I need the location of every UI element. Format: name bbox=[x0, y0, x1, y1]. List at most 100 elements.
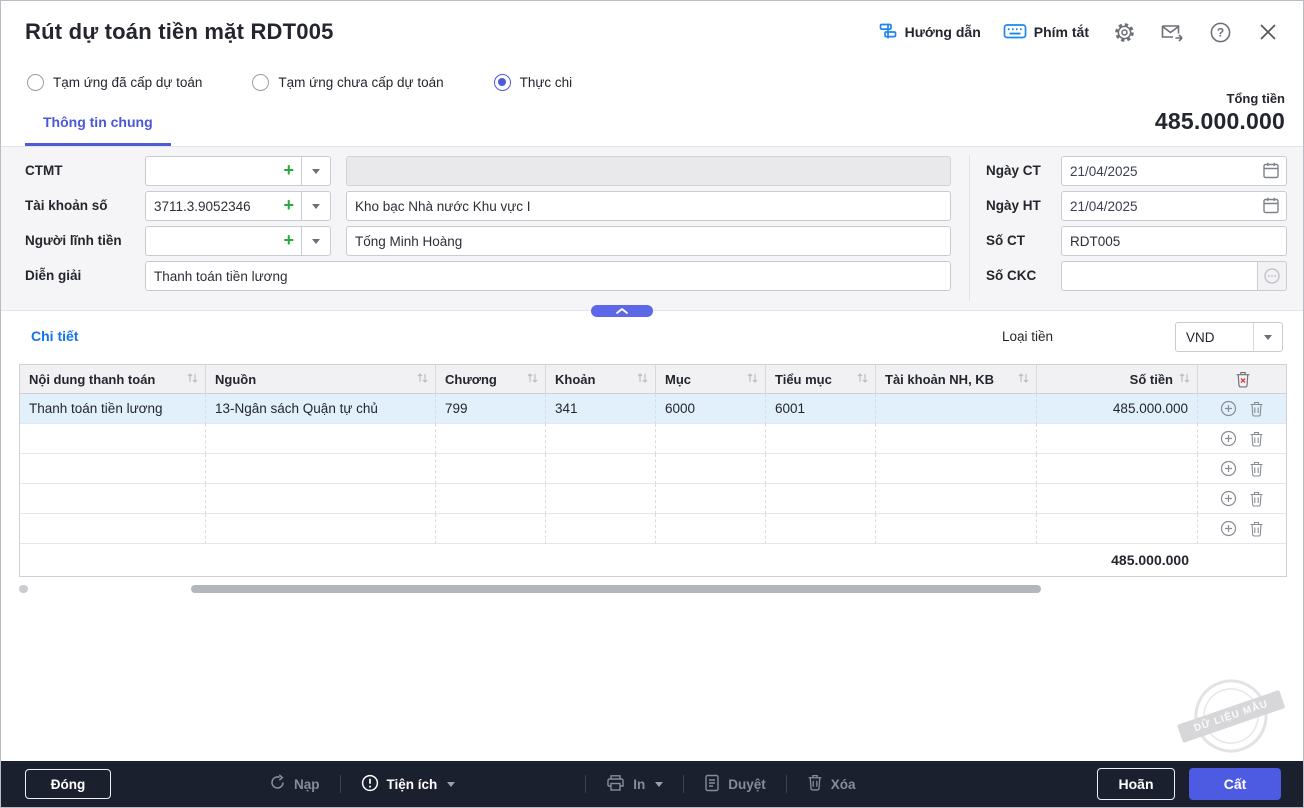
cell-amount[interactable] bbox=[1037, 514, 1198, 544]
table-row[interactable] bbox=[20, 484, 1286, 514]
add-ctmt-icon[interactable]: + bbox=[283, 160, 294, 180]
delete-button[interactable]: Xóa bbox=[807, 774, 856, 794]
ckc-lookup-button[interactable] bbox=[1257, 261, 1287, 291]
table-row[interactable] bbox=[20, 454, 1286, 484]
cell-clause[interactable] bbox=[546, 424, 656, 454]
cell-chapter[interactable] bbox=[436, 424, 546, 454]
cell-bank_account[interactable] bbox=[876, 424, 1037, 454]
calendar-icon[interactable] bbox=[1262, 161, 1280, 185]
doc-no-input[interactable] bbox=[1061, 226, 1287, 256]
cell-sub_item[interactable] bbox=[766, 454, 876, 484]
cell-chapter[interactable] bbox=[436, 514, 546, 544]
delete-all-icon[interactable] bbox=[1235, 371, 1251, 388]
description-input[interactable] bbox=[145, 261, 951, 291]
scrollbar-thumb[interactable] bbox=[191, 585, 1041, 593]
cell-amount[interactable] bbox=[1037, 484, 1198, 514]
radio-tam-ung-chua-cap[interactable]: Tạm ứng chưa cấp dự toán bbox=[252, 74, 443, 91]
doc-date-input[interactable] bbox=[1061, 156, 1287, 186]
column-header-source[interactable]: Nguồn bbox=[206, 365, 436, 394]
postpone-button[interactable]: Hoãn bbox=[1097, 768, 1175, 800]
cell-clause[interactable] bbox=[546, 514, 656, 544]
add-row-icon[interactable] bbox=[1220, 460, 1237, 477]
cell-chapter[interactable] bbox=[436, 484, 546, 514]
guide-link[interactable]: Hướng dẫn bbox=[878, 21, 981, 44]
cell-amount[interactable] bbox=[1037, 454, 1198, 484]
cell-item[interactable] bbox=[656, 454, 766, 484]
column-header-bank_account[interactable]: Tài khoản NH, KB bbox=[876, 365, 1037, 394]
cell-sub_item[interactable] bbox=[766, 424, 876, 454]
account-code-input[interactable] bbox=[145, 191, 301, 221]
delete-row-icon[interactable] bbox=[1249, 401, 1264, 417]
shortcut-link[interactable]: Phím tắt bbox=[1003, 22, 1089, 43]
horizontal-scrollbar[interactable] bbox=[19, 585, 1287, 593]
payee-dropdown-button[interactable] bbox=[301, 226, 331, 256]
add-row-icon[interactable] bbox=[1220, 430, 1237, 447]
column-header-clause[interactable]: Khoản bbox=[546, 365, 656, 394]
cell-item[interactable] bbox=[656, 514, 766, 544]
column-header-chapter[interactable]: Chương bbox=[436, 365, 546, 394]
cell-source[interactable]: 13-Ngân sách Quận tự chủ bbox=[206, 394, 436, 424]
radio-tam-ung-da-cap[interactable]: Tạm ứng đã cấp dự toán bbox=[27, 74, 202, 91]
delete-row-icon[interactable] bbox=[1249, 521, 1264, 537]
calendar-icon[interactable] bbox=[1262, 196, 1280, 220]
cell-clause[interactable] bbox=[546, 454, 656, 484]
column-header-amount[interactable]: Số tiền bbox=[1037, 365, 1198, 394]
cell-chapter[interactable]: 799 bbox=[436, 394, 546, 424]
help-icon[interactable]: ? bbox=[1207, 19, 1233, 45]
add-row-icon[interactable] bbox=[1220, 490, 1237, 507]
table-row[interactable]: Thanh toán tiền lương13-Ngân sách Quận t… bbox=[20, 394, 1286, 424]
cell-bank_account[interactable] bbox=[876, 454, 1037, 484]
cell-content[interactable] bbox=[20, 424, 206, 454]
cell-content[interactable]: Thanh toán tiền lương bbox=[20, 394, 206, 424]
column-header-sub_item[interactable]: Tiểu mục bbox=[766, 365, 876, 394]
radio-thuc-chi[interactable]: Thực chi bbox=[494, 74, 573, 91]
cell-bank_account[interactable] bbox=[876, 484, 1037, 514]
cell-item[interactable]: 6000 bbox=[656, 394, 766, 424]
table-row[interactable] bbox=[20, 514, 1286, 544]
reload-button[interactable]: Nạp bbox=[269, 774, 320, 794]
delete-all-column-header[interactable] bbox=[1198, 365, 1286, 394]
close-icon[interactable] bbox=[1255, 19, 1281, 45]
cell-chapter[interactable] bbox=[436, 454, 546, 484]
cell-sub_item[interactable]: 6001 bbox=[766, 394, 876, 424]
utilities-button[interactable]: Tiện ích bbox=[361, 774, 456, 795]
add-payee-icon[interactable]: + bbox=[283, 230, 294, 250]
cell-bank_account[interactable] bbox=[876, 394, 1037, 424]
add-account-icon[interactable]: + bbox=[283, 195, 294, 215]
add-row-icon[interactable] bbox=[1220, 400, 1237, 417]
cell-source[interactable] bbox=[206, 424, 436, 454]
delete-row-icon[interactable] bbox=[1249, 461, 1264, 477]
account-dropdown-button[interactable] bbox=[301, 191, 331, 221]
close-button[interactable]: Đóng bbox=[25, 769, 111, 799]
cell-amount[interactable] bbox=[1037, 424, 1198, 454]
tab-thong-tin-chung[interactable]: Thông tin chung bbox=[25, 101, 171, 146]
cell-item[interactable] bbox=[656, 484, 766, 514]
table-row[interactable] bbox=[20, 424, 1286, 454]
currency-select[interactable]: VND bbox=[1175, 322, 1283, 352]
cell-item[interactable] bbox=[656, 424, 766, 454]
column-header-item[interactable]: Mục bbox=[656, 365, 766, 394]
cell-content[interactable] bbox=[20, 484, 206, 514]
cell-bank_account[interactable] bbox=[876, 514, 1037, 544]
add-row-icon[interactable] bbox=[1220, 520, 1237, 537]
collapse-form-button[interactable] bbox=[591, 305, 653, 317]
delete-row-icon[interactable] bbox=[1249, 491, 1264, 507]
cell-source[interactable] bbox=[206, 514, 436, 544]
column-header-content[interactable]: Nội dung thanh toán bbox=[20, 365, 206, 394]
ckc-no-input[interactable] bbox=[1061, 261, 1257, 291]
approve-button[interactable]: Duyệt bbox=[704, 774, 766, 795]
delete-row-icon[interactable] bbox=[1249, 431, 1264, 447]
detail-title[interactable]: Chi tiết bbox=[31, 328, 78, 344]
feedback-mail-icon[interactable] bbox=[1159, 19, 1185, 45]
ctmt-dropdown-button[interactable] bbox=[301, 156, 331, 186]
payee-code-input[interactable] bbox=[145, 226, 301, 256]
cell-clause[interactable] bbox=[546, 484, 656, 514]
ctmt-code-input[interactable] bbox=[145, 156, 301, 186]
settings-icon[interactable] bbox=[1111, 19, 1137, 45]
cell-source[interactable] bbox=[206, 454, 436, 484]
post-date-input[interactable] bbox=[1061, 191, 1287, 221]
cell-sub_item[interactable] bbox=[766, 484, 876, 514]
account-name-input[interactable] bbox=[346, 191, 951, 221]
cell-clause[interactable]: 341 bbox=[546, 394, 656, 424]
cell-content[interactable] bbox=[20, 514, 206, 544]
